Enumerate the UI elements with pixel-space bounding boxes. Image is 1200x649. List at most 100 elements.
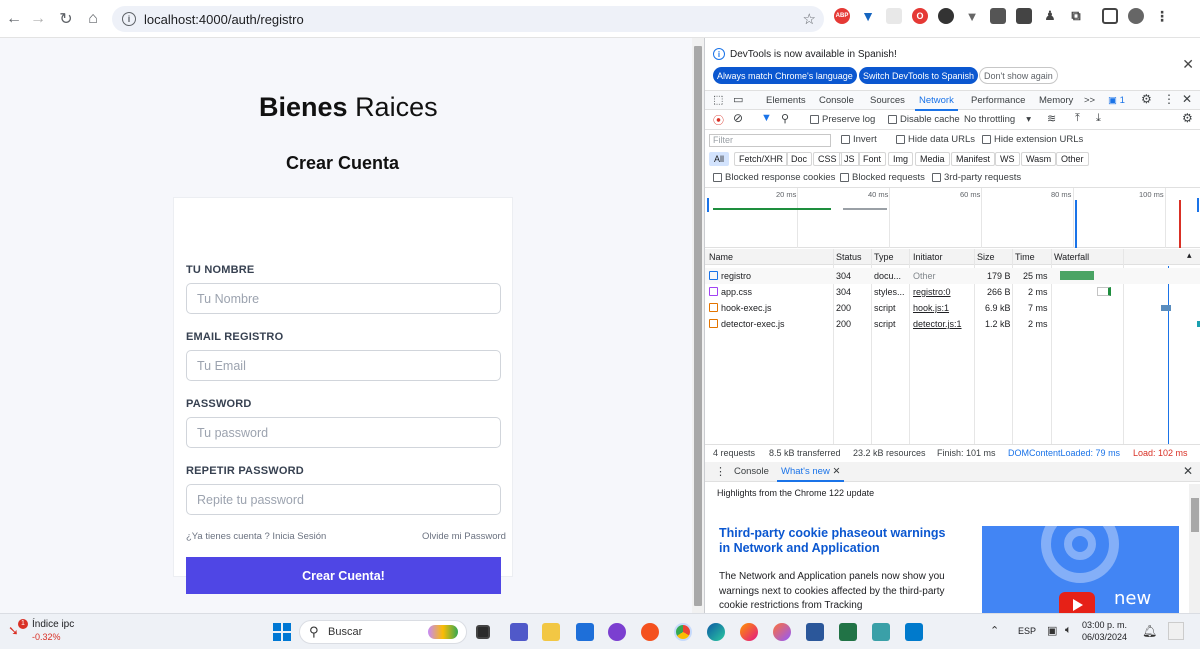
devtools-menu-icon[interactable]: ⋮ — [1163, 92, 1175, 106]
device-toolbar-icon[interactable]: ▭ — [733, 93, 743, 106]
table-row[interactable]: hook-exec.js 200 script hook.js:1 6.9 kB… — [705, 300, 1200, 316]
menu-kebab-icon[interactable]: ⋮ — [1154, 8, 1170, 24]
clear-icon[interactable]: ⊘ — [733, 111, 743, 125]
filter-manifest[interactable]: Manifest — [951, 152, 996, 166]
vue-devtools-icon[interactable]: ▼ — [964, 8, 980, 24]
switch-language-button[interactable]: Switch DevTools to Spanish — [859, 67, 979, 84]
file-explorer-icon[interactable] — [542, 623, 560, 641]
store-icon[interactable] — [576, 623, 594, 641]
word-icon[interactable] — [806, 623, 824, 641]
settings-gear-icon[interactable]: ⚙ — [1141, 92, 1152, 106]
close-tab-icon[interactable]: ✕ — [832, 466, 840, 477]
calculator-icon[interactable] — [872, 623, 890, 641]
col-size[interactable]: Size — [977, 252, 995, 262]
filter-css[interactable]: CSS — [813, 152, 842, 166]
stock-widget-icon[interactable]: ➘ 1 — [8, 619, 28, 638]
issues-badge[interactable]: ▣ 1 — [1108, 95, 1125, 106]
tab-network[interactable]: Network — [915, 95, 958, 111]
filter-doc[interactable]: Doc — [786, 152, 813, 166]
filter-input[interactable]: Filter — [709, 134, 831, 147]
filter-media[interactable]: Media — [915, 152, 950, 166]
col-status[interactable]: Status — [836, 252, 862, 262]
screenshot-icon[interactable] — [990, 8, 1006, 24]
puzzle-ext-icon[interactable] — [938, 8, 954, 24]
invert-checkbox[interactable]: Invert — [841, 134, 877, 145]
col-time[interactable]: Time — [1015, 252, 1035, 262]
edge-icon[interactable] — [707, 623, 725, 641]
import-har-icon[interactable]: ⤒ — [1075, 112, 1080, 125]
close-notice-icon[interactable]: ✕ — [1182, 56, 1194, 73]
home-icon[interactable]: ⌂ — [79, 5, 107, 33]
record-icon[interactable]: ⦿ — [713, 112, 724, 128]
filter-ws[interactable]: WS — [995, 152, 1020, 166]
page-scroll-thumb[interactable] — [694, 46, 702, 606]
table-row[interactable]: app.css 304 styles... registro:0 266 B 2… — [705, 284, 1200, 300]
extension-icon[interactable] — [886, 8, 902, 24]
overview-start-handle[interactable] — [707, 198, 709, 212]
firefox-icon[interactable] — [740, 623, 758, 641]
hide-data-urls-checkbox[interactable]: Hide data URLs — [896, 134, 975, 145]
create-account-button[interactable]: Crear Cuenta! — [186, 557, 501, 594]
name-input[interactable]: Tu Nombre — [186, 283, 501, 314]
media-icon[interactable] — [1016, 8, 1032, 24]
address-bar[interactable]: i localhost:4000/auth/registro ☆ — [112, 6, 824, 32]
table-row[interactable]: detector-exec.js 200 script detector.js:… — [705, 316, 1200, 332]
col-type[interactable]: Type — [874, 252, 894, 262]
profile-avatar[interactable] — [1128, 8, 1144, 24]
export-har-icon[interactable]: ⤓ — [1096, 112, 1101, 125]
sidebar-icon[interactable] — [1102, 8, 1118, 24]
drawer-tab-console[interactable]: Console — [734, 466, 769, 477]
adblock-icon[interactable]: ABP — [834, 8, 850, 24]
row-initiator[interactable]: registro:0 — [913, 287, 951, 297]
task-view-icon[interactable] — [476, 625, 490, 639]
third-party-checkbox[interactable]: 3rd-party requests — [932, 172, 1021, 183]
tab-console[interactable]: Console — [819, 95, 854, 106]
tab-performance[interactable]: Performance — [971, 95, 1025, 106]
vscode-icon[interactable] — [905, 623, 923, 641]
network-icon[interactable]: ▣ — [1047, 624, 1057, 637]
throttling-select[interactable]: No throttling ▾ — [964, 114, 1031, 125]
site-info-icon[interactable]: i — [122, 12, 136, 26]
bookmark-star-icon[interactable]: ☆ — [803, 10, 816, 28]
search-icon[interactable]: ⚲ — [781, 112, 789, 125]
filter-font[interactable]: Font — [858, 152, 887, 166]
sort-up-icon[interactable]: ▴ — [1187, 250, 1192, 261]
tab-elements[interactable]: Elements — [766, 95, 806, 106]
video-thumbnail[interactable]: new — [982, 526, 1179, 613]
inspect-icon[interactable]: ⬚ — [713, 93, 723, 106]
youtube-play-icon[interactable] — [1059, 592, 1095, 613]
drawer-scroll-thumb[interactable] — [1191, 498, 1199, 532]
chrome-icon[interactable] — [674, 623, 692, 641]
filter-img[interactable]: Img — [888, 152, 914, 166]
blocked-cookies-checkbox[interactable]: Blocked response cookies — [713, 172, 835, 183]
reload-icon[interactable]: ↻ — [52, 5, 80, 33]
col-name[interactable]: Name — [709, 252, 733, 262]
network-settings-icon[interactable]: ⚙ — [1182, 111, 1193, 125]
network-overview-timeline[interactable]: 20 ms 40 ms 60 ms 80 ms 100 ms — [705, 188, 1200, 248]
close-drawer-icon[interactable]: ✕ — [1183, 464, 1193, 478]
taskbar-search[interactable]: ⚲ Buscar — [299, 620, 467, 644]
tray-chevron-up-icon[interactable]: ⌃ — [990, 624, 999, 637]
volume-icon[interactable]: 🔈︎ — [1065, 624, 1072, 637]
table-row[interactable]: registro 304 docu... Other 179 B 25 ms — [705, 268, 1200, 284]
extensions-puzzle-icon[interactable]: ⧉ — [1068, 8, 1084, 24]
filter-all[interactable]: All — [709, 152, 730, 166]
filter-fetch-xhr[interactable]: Fetch/XHR — [734, 152, 789, 166]
col-initiator[interactable]: Initiator — [913, 252, 943, 262]
filter-icon[interactable]: ▼ — [761, 112, 772, 124]
teams-icon[interactable] — [510, 623, 528, 641]
notifications-bell-icon[interactable]: 🔔︎ — [1142, 624, 1157, 638]
filter-wasm[interactable]: Wasm — [1021, 152, 1057, 166]
password-input[interactable]: Tu password — [186, 417, 501, 448]
dont-show-button[interactable]: Don't show again — [979, 67, 1058, 84]
language-indicator[interactable]: ESP — [1018, 626, 1036, 636]
login-link[interactable]: ¿Ya tienes cuenta ? Inicia Sesión — [186, 531, 326, 542]
hide-ext-urls-checkbox[interactable]: Hide extension URLs — [982, 134, 1083, 145]
row-initiator[interactable]: detector.js:1 — [913, 319, 962, 329]
github-desktop-icon[interactable] — [608, 623, 626, 641]
excel-icon[interactable] — [839, 623, 857, 641]
blocked-requests-checkbox[interactable]: Blocked requests — [840, 172, 925, 183]
preserve-log-checkbox[interactable]: Preserve log — [810, 114, 875, 125]
start-button[interactable] — [273, 623, 291, 641]
system-clock[interactable]: 03:00 p. m. 06/03/2024 — [1082, 619, 1127, 643]
